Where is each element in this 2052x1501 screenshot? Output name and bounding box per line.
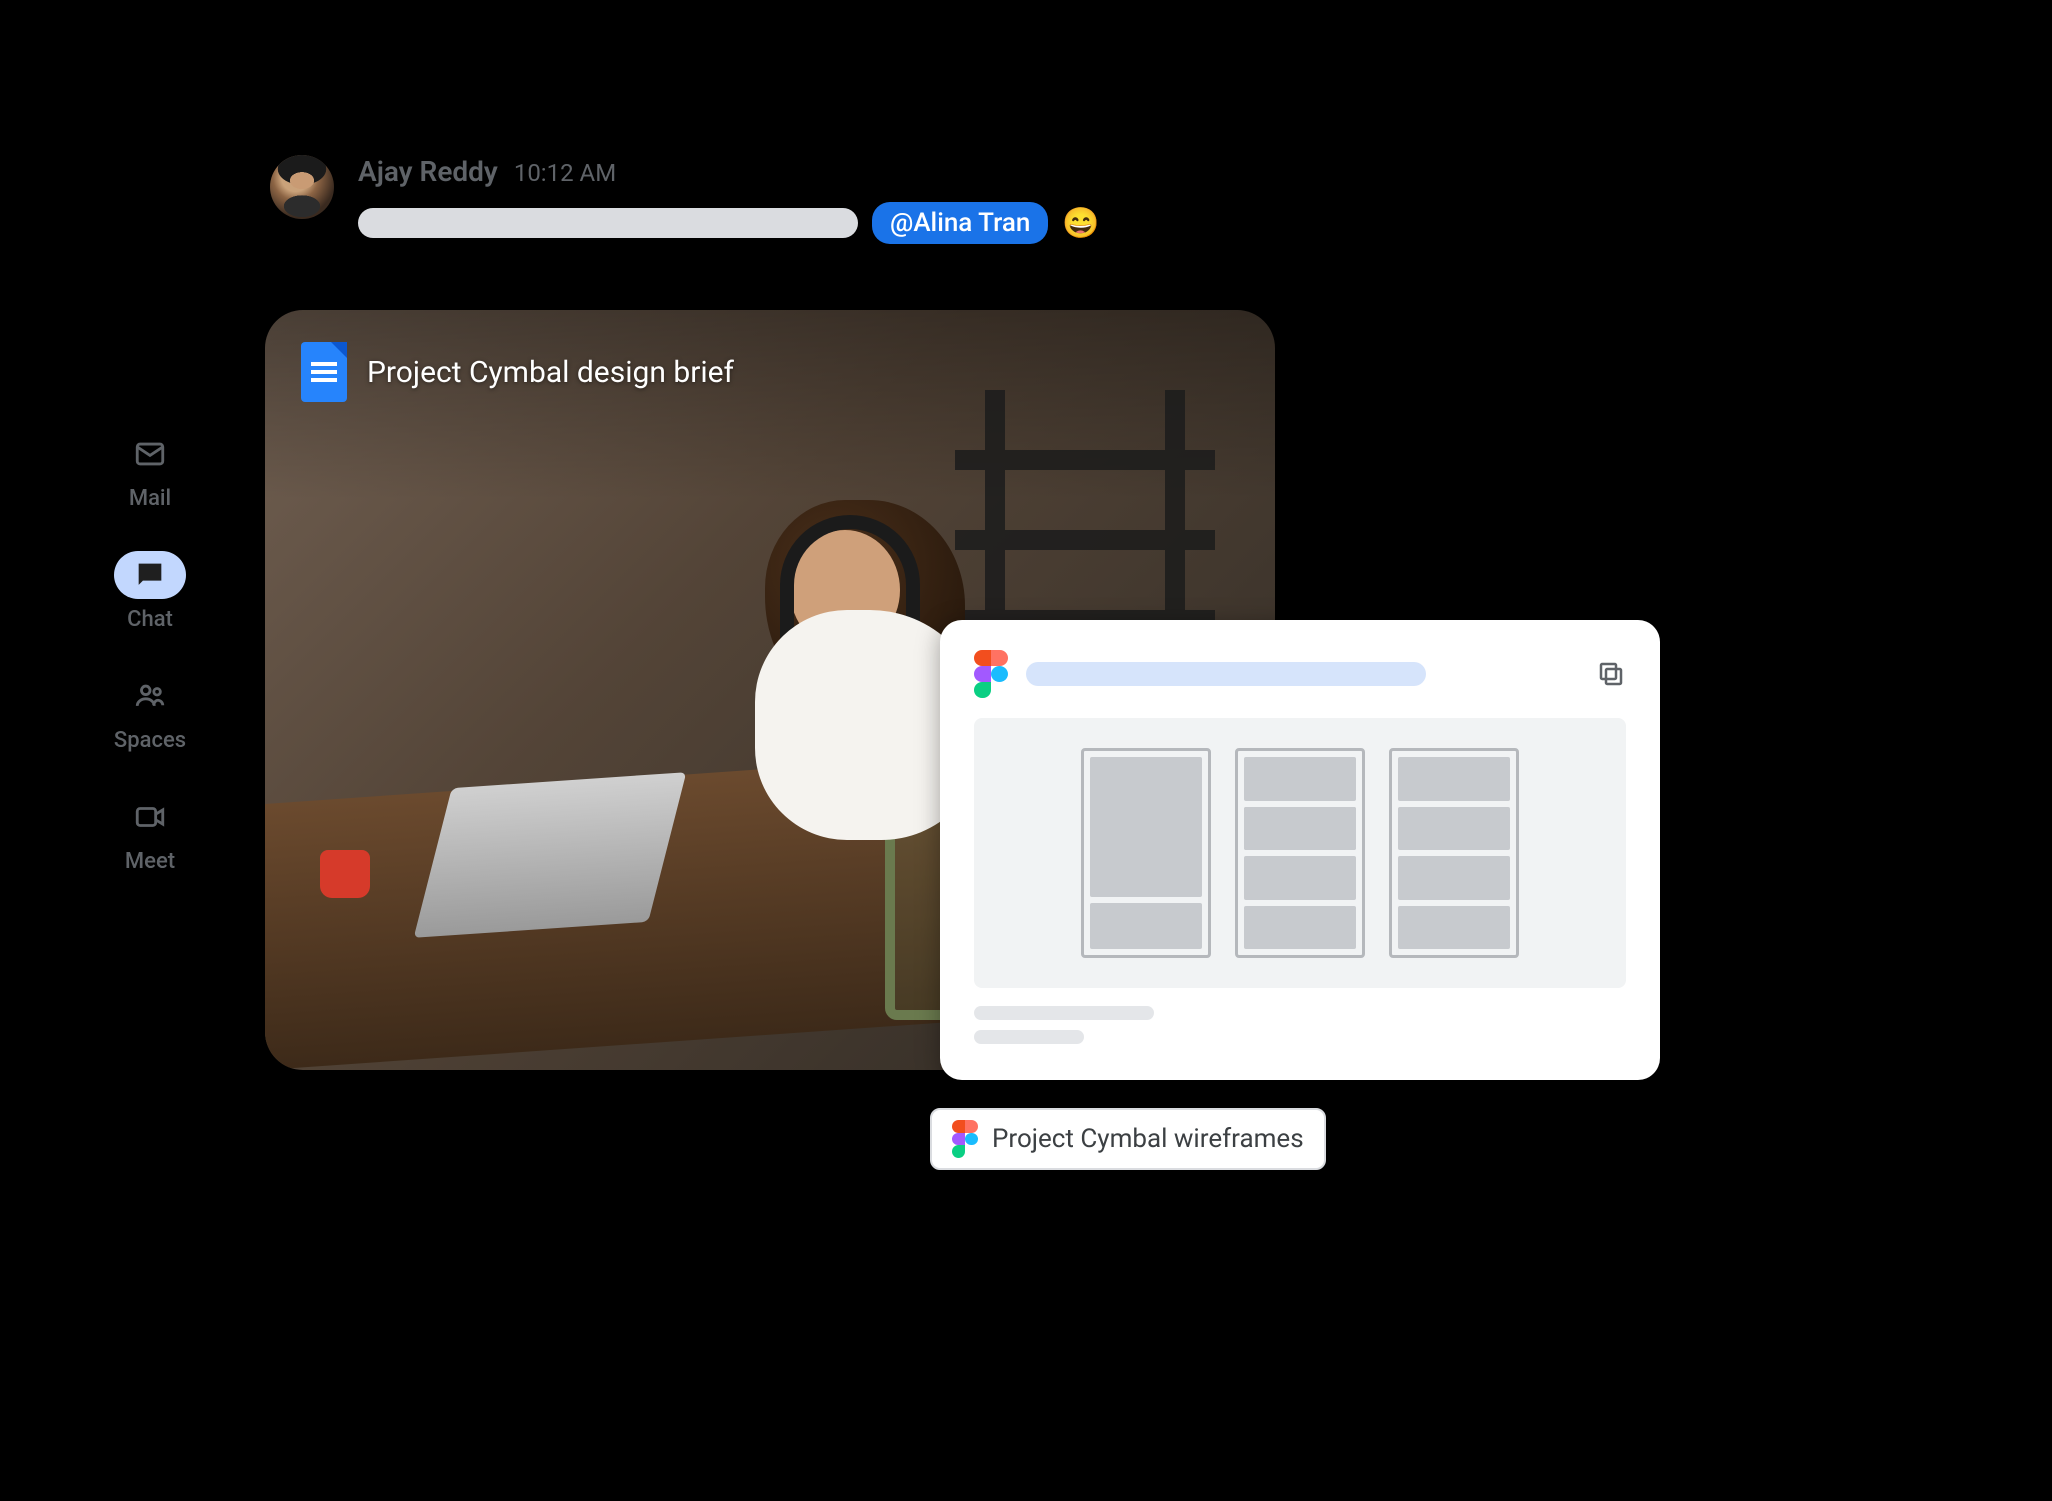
smile-emoji-icon: 😄 (1062, 206, 1099, 241)
wireframe-preview (974, 718, 1626, 988)
nav-label-mail: Mail (129, 486, 171, 511)
figma-chip-label: Project Cymbal wireframes (992, 1124, 1304, 1154)
message-timestamp: 10:12 AM (514, 159, 616, 187)
google-docs-icon (301, 342, 347, 402)
figma-meta-placeholder (974, 1006, 1626, 1044)
figma-title-placeholder (1026, 662, 1426, 686)
app-nav: Mail Chat Spaces Meet (95, 430, 205, 874)
message-author: Ajay Reddy (358, 155, 498, 188)
figma-preview-card[interactable] (940, 620, 1660, 1080)
chat-icon (133, 558, 167, 592)
chat-message: Ajay Reddy 10:12 AM @Alina Tran 😄 (270, 155, 1100, 244)
nav-label-meet: Meet (125, 849, 175, 874)
figma-icon (974, 650, 1008, 698)
nav-label-chat: Chat (127, 607, 173, 632)
avatar[interactable] (270, 155, 334, 219)
videocam-icon (133, 800, 167, 834)
nav-label-spaces: Spaces (114, 728, 186, 753)
figma-file-chip[interactable]: Project Cymbal wireframes (930, 1108, 1326, 1170)
nav-item-meet[interactable]: Meet (95, 793, 205, 874)
groups-icon (133, 679, 167, 713)
copy-icon[interactable] (1596, 659, 1626, 689)
nav-item-mail[interactable]: Mail (95, 430, 205, 511)
doc-title: Project Cymbal design brief (367, 355, 734, 390)
nav-item-spaces[interactable]: Spaces (95, 672, 205, 753)
mail-icon (133, 437, 167, 471)
nav-item-chat[interactable]: Chat (95, 551, 205, 632)
message-text-placeholder (358, 208, 858, 238)
figma-icon (952, 1120, 978, 1158)
mention-chip[interactable]: @Alina Tran (872, 202, 1048, 244)
